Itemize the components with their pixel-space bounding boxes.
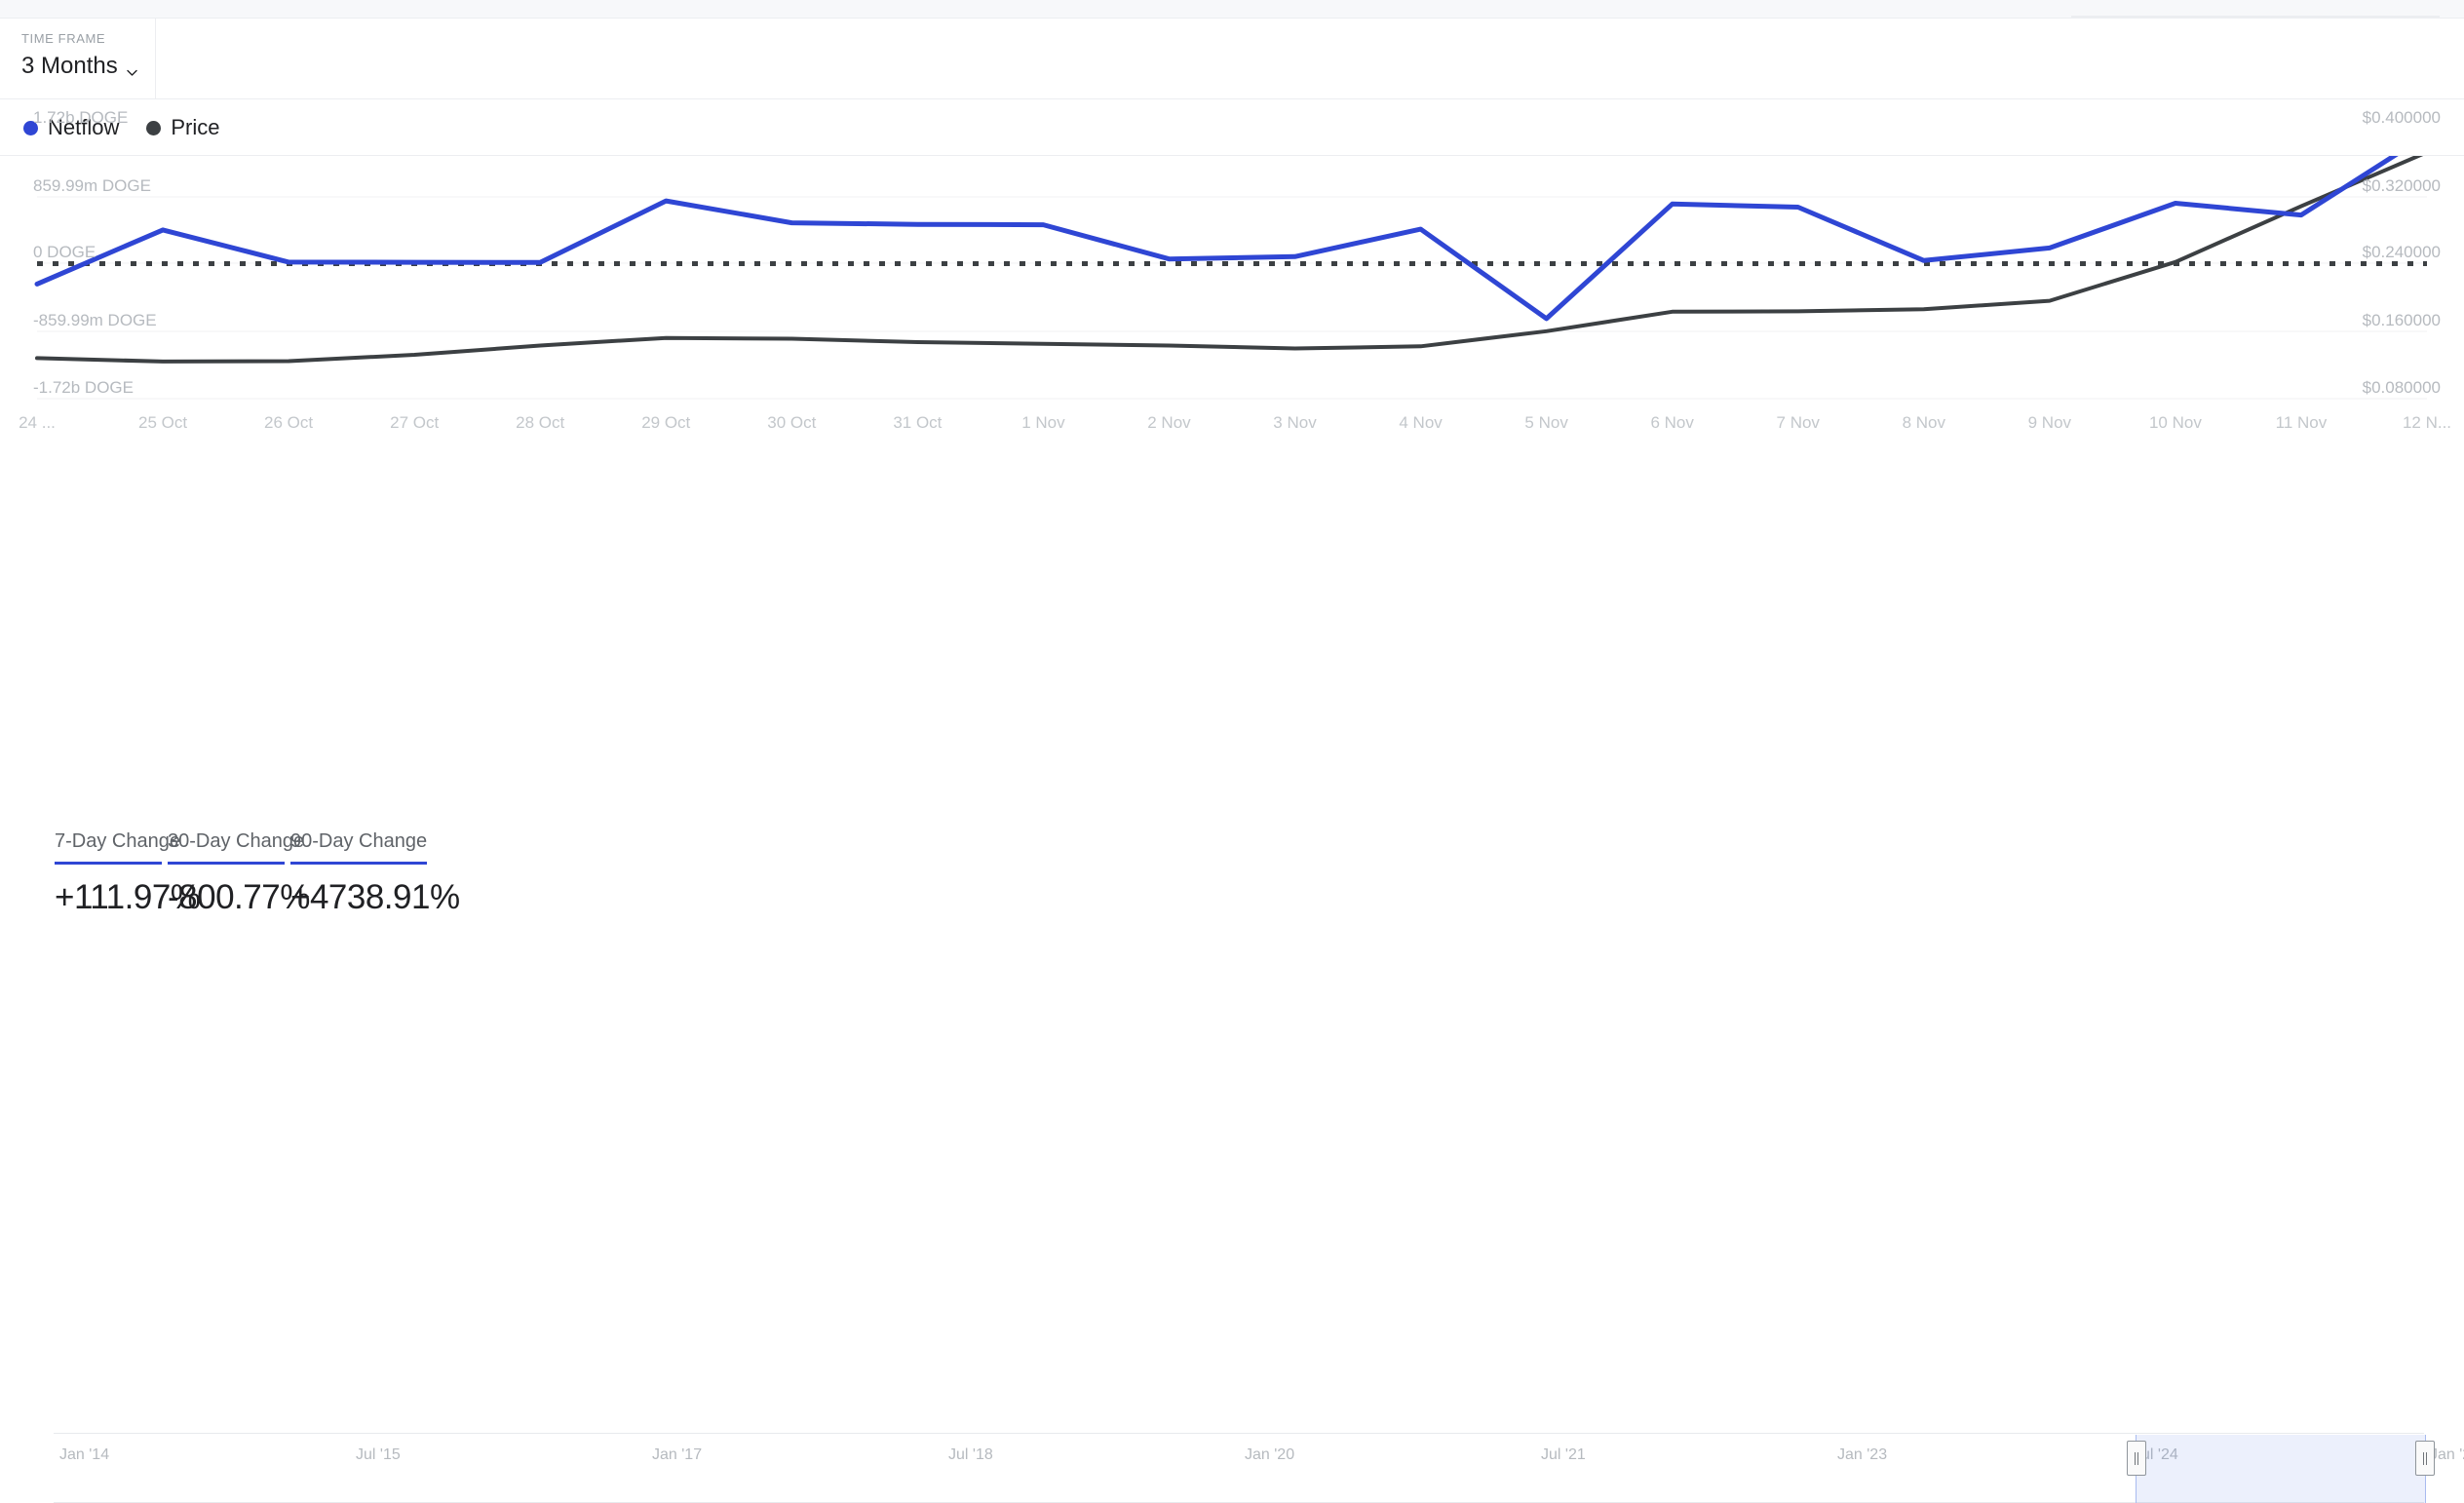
stat-card-7day[interactable]: 7-Day Change +111.97%: [55, 830, 201, 961]
time-frame-value-row[interactable]: 3 Months: [21, 53, 155, 80]
navigator-tick-label: Jul '21: [1541, 1446, 1586, 1463]
y-axis-left-tick: 1.72b DOGE: [33, 108, 129, 127]
navigator-tick-label: Jan '14: [59, 1446, 110, 1463]
navigator-tick-label: Jan '20: [1245, 1446, 1295, 1463]
x-axis-tick: 27 Oct: [390, 413, 440, 432]
main-chart[interactable]: 1.72b DOGE 859.99m DOGE 0 DOGE -859.99m DOG…: [0, 108, 2464, 702]
stat-label: 7-Day Change: [55, 830, 180, 852]
stats-row: 7-Day Change +111.97% 30-Day Change -800…: [0, 830, 2464, 961]
x-axis-tick: 11 Nov: [2275, 413, 2328, 432]
y-axis-right-tick: $0.160000: [2362, 311, 2441, 329]
y-axis-left-tick: 859.99m DOGE: [33, 176, 151, 195]
x-axis-tick: 1 Nov: [1021, 413, 1065, 432]
navigator-selection-range[interactable]: [2136, 1435, 2426, 1503]
x-axis-tick: 2 Nov: [1147, 413, 1191, 432]
y-axis-left-tick: 0 DOGE: [33, 243, 96, 261]
navigator-tick-label: Jan '25: [2430, 1446, 2464, 1463]
legend-item-price[interactable]: Price: [146, 115, 219, 140]
x-axis-tick: 4 Nov: [1399, 413, 1443, 432]
x-axis-tick: 8 Nov: [1902, 413, 1945, 432]
x-axis-tick: 7 Nov: [1776, 413, 1820, 432]
x-axis-tick: 10 Nov: [2148, 413, 2202, 432]
navigator-handle-right[interactable]: [2415, 1441, 2435, 1476]
stat-card-90day[interactable]: 90-Day Change +4738.91%: [290, 830, 460, 961]
stat-value: -800.77%: [168, 878, 310, 916]
stat-label: 90-Day Change: [290, 830, 428, 852]
legend-label-price: Price: [171, 115, 220, 139]
time-frame-value: 3 Months: [21, 53, 118, 79]
y-axis-right-tick: $0.400000: [2362, 108, 2441, 127]
chevron-down-icon: [126, 58, 138, 76]
stat-card-30day[interactable]: 30-Day Change -800.77%: [168, 830, 310, 961]
navigator-tick-label: Jan '17: [652, 1446, 703, 1463]
navigator-tick-label: Jan '23: [1837, 1446, 1888, 1463]
y-axis-left-tick: -1.72b DOGE: [33, 378, 134, 397]
navigator-canvas: [0, 710, 2464, 807]
x-axis-tick: 31 Oct: [893, 413, 943, 432]
time-frame-row: TIME FRAME 3 Months: [0, 18, 2464, 99]
chart-navigator[interactable]: Jan '14 Jul '15 Jan '17 Jul '18 Jan '20 Jul '…: [0, 710, 2464, 1503]
navigator-handle-left[interactable]: [2127, 1441, 2146, 1476]
x-axis-tick: 28 Oct: [516, 413, 565, 432]
x-axis-tick: 6 Nov: [1650, 413, 1694, 432]
y-axis-right-tick: $0.080000: [2362, 378, 2441, 397]
navigator-tick-label: Jul '15: [356, 1446, 401, 1463]
time-frame-label: TIME FRAME: [21, 31, 106, 46]
y-axis-left-tick: -859.99m DOGE: [33, 311, 157, 329]
x-axis-tick: 5 Nov: [1524, 413, 1568, 432]
x-axis-tick: 26 Oct: [264, 413, 314, 432]
y-axis-right-tick: $0.240000: [2362, 243, 2441, 261]
legend-dot-price: [146, 120, 162, 135]
y-axis-right-tick: $0.320000: [2362, 176, 2441, 195]
x-axis-tick: 24 ...: [19, 413, 56, 432]
x-axis-tick: 9 Nov: [2027, 413, 2072, 432]
x-axis-tick: 3 Nov: [1273, 413, 1317, 432]
chart-legend: Netflow Price: [0, 100, 2464, 156]
time-frame-selector[interactable]: TIME FRAME 3 Months: [0, 19, 156, 99]
stat-value: +111.97%: [55, 878, 201, 916]
stat-label: 30-Day Change: [168, 830, 305, 852]
x-axis-tick: 30 Oct: [767, 413, 817, 432]
x-axis-tick: 25 Oct: [138, 413, 188, 432]
stat-value: +4738.91%: [290, 878, 460, 916]
navigator-tick-label: Jul '18: [948, 1446, 993, 1463]
x-axis-tick: 29 Oct: [641, 413, 691, 432]
navigator-box: [54, 1433, 2424, 1503]
x-axis-tick: 12 N...: [2402, 413, 2452, 432]
